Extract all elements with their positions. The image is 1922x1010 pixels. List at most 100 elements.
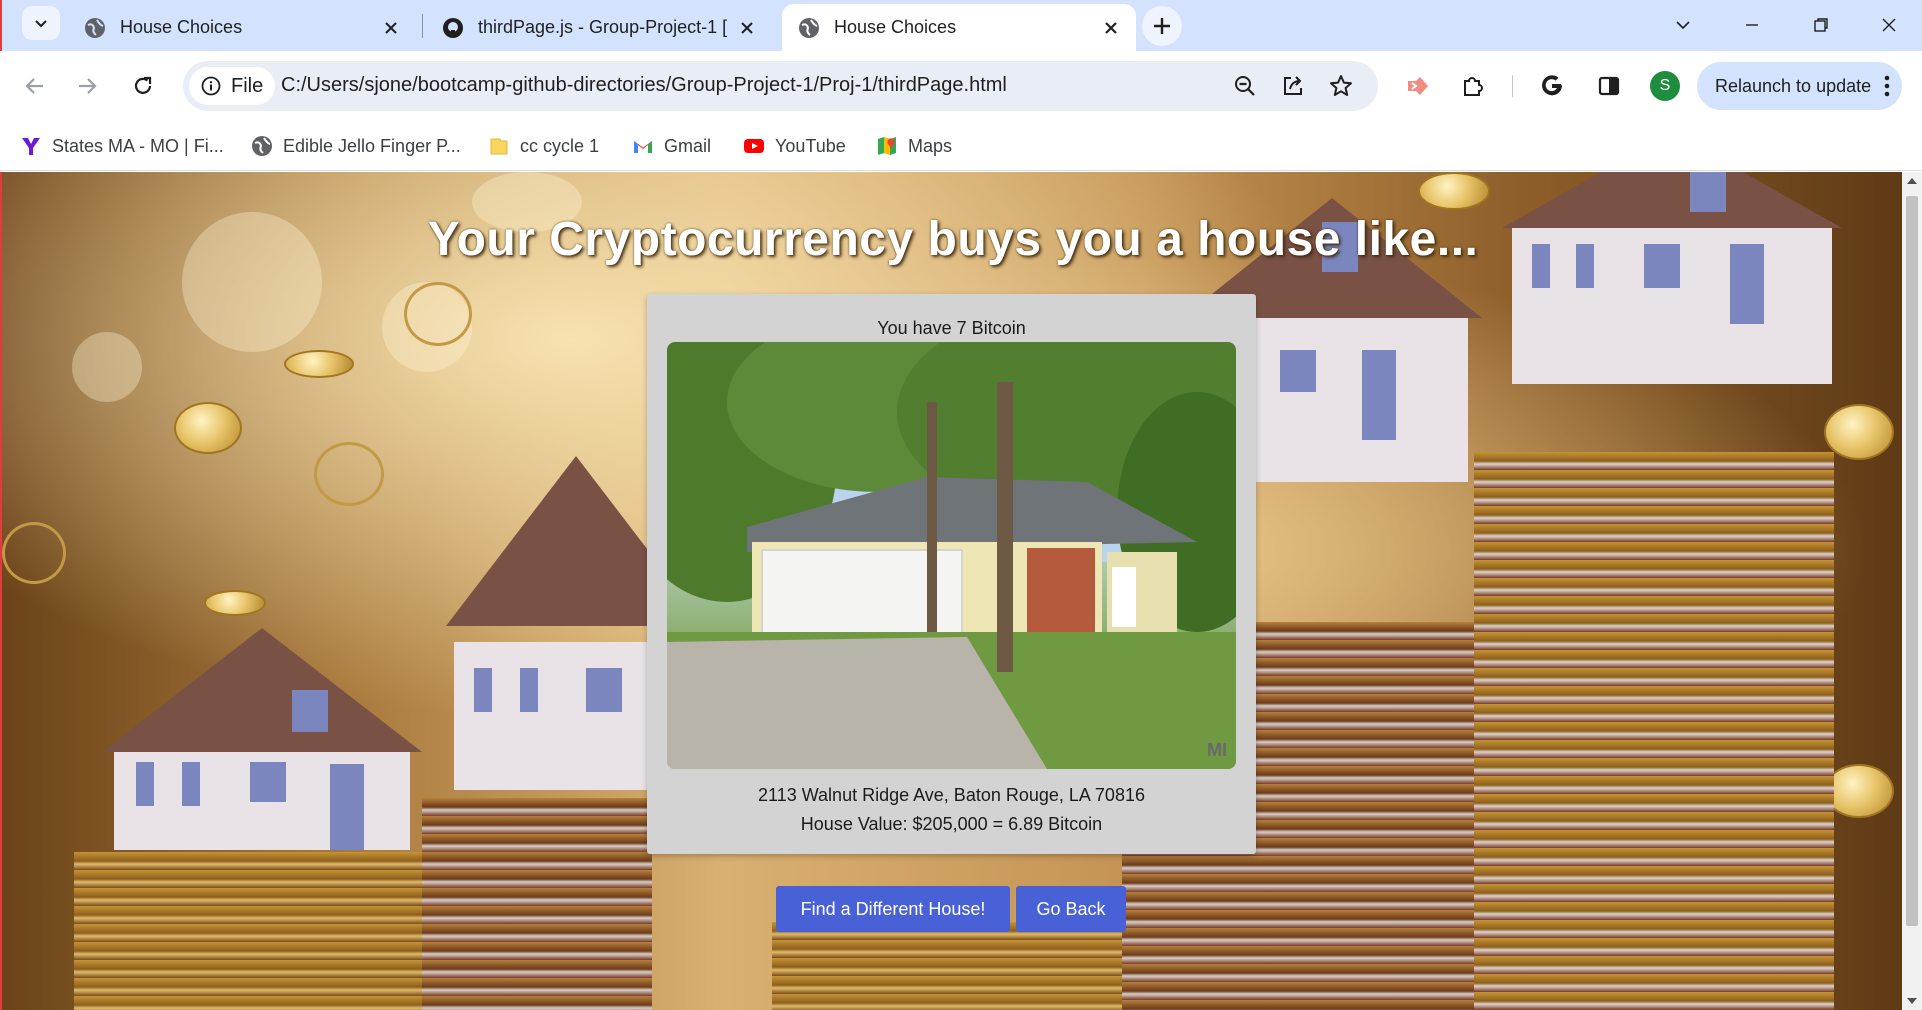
tab-house-choices-active[interactable]: House Choices [782, 4, 1136, 51]
scroll-down-arrow-icon[interactable] [1907, 998, 1917, 1004]
scroll-thumb[interactable] [1906, 196, 1918, 926]
bookmark-label: Gmail [664, 135, 712, 156]
yahoo-icon [22, 138, 40, 155]
find-different-house-button[interactable]: Find a Different House! [776, 886, 1010, 932]
maps-icon [878, 137, 896, 155]
google-g-icon [1542, 75, 1562, 96]
globe-icon [85, 17, 105, 38]
reload-icon [134, 76, 152, 94]
tab-thirdpage-js[interactable]: thirdPage.js - Group-Project-1 [G [426, 4, 772, 51]
bokeh-light [72, 332, 142, 402]
plus-icon [1154, 18, 1170, 34]
new-tab-button[interactable] [1142, 6, 1182, 46]
folder-icon [490, 138, 508, 155]
restore-button[interactable] [1806, 10, 1836, 40]
bookmark-label: Edible Jello Finger P... [283, 135, 461, 156]
bookmark-gmail[interactable]: Gmail [632, 131, 711, 161]
bookmark-label: States MA - MO | Fi... [52, 135, 224, 156]
bookmark-edible-jello[interactable]: Edible Jello Finger P... [251, 131, 461, 161]
coin-stack [1474, 452, 1834, 1010]
tab-list-button[interactable] [1668, 10, 1698, 40]
coin-stack [422, 798, 652, 1010]
toolbar-divider [1512, 75, 1513, 97]
globe-icon [252, 136, 272, 156]
bookmark-label: Maps [908, 135, 953, 156]
minimize-button[interactable] [1737, 10, 1767, 40]
close-icon[interactable] [1102, 19, 1120, 37]
coin-image [174, 402, 242, 454]
extensions-menu-button[interactable] [1457, 70, 1489, 102]
forward-button[interactable] [69, 68, 105, 104]
arrow-right-icon [79, 78, 97, 94]
bookmark-youtube[interactable]: YouTube [743, 131, 846, 161]
zoom-button[interactable] [1231, 72, 1259, 100]
coin-image [314, 442, 384, 506]
share-icon [1284, 76, 1302, 95]
site-info-chip[interactable]: File [189, 67, 276, 105]
page-headline: Your Cryptocurrency buys you a house lik… [427, 213, 1479, 266]
tab-house-choices-1[interactable]: House Choices [68, 4, 416, 51]
github-icon [443, 17, 463, 38]
tab-title: thirdPage.js - Group-Project-1 [G [478, 17, 728, 37]
coin-image [284, 350, 354, 378]
close-icon [1882, 18, 1896, 32]
photo-watermark: MI [1207, 740, 1227, 760]
globe-icon [799, 17, 819, 38]
coin-image [1824, 764, 1894, 818]
bitcoin-owned-text: You have 7 Bitcoin [877, 318, 1026, 338]
coin-image [1824, 404, 1894, 460]
tab-title: House Choices [120, 17, 243, 37]
house-value: House Value: $205,000 = 6.89 Bitcoin [800, 814, 1103, 834]
house-card: You have 7 Bitcoin MI 2113 Walnut Ridge … [647, 294, 1256, 854]
youtube-icon [744, 139, 764, 153]
extension-arrow-icon [1408, 77, 1428, 95]
url-text[interactable]: C:/Users/sjone/bootcamp-github-directori… [281, 74, 1007, 97]
scroll-up-arrow-icon[interactable] [1907, 178, 1917, 184]
tab-separator [422, 14, 423, 38]
page-scrollbar[interactable] [1902, 172, 1922, 1010]
house-address: 2113 Walnut Ridge Ave, Baton Rouge, LA 7… [758, 785, 1145, 805]
site-label: File [231, 74, 264, 97]
tab-title: House Choices [834, 17, 957, 37]
relaunch-label: Relaunch to update [1715, 75, 1872, 96]
bookmark-label: cc cycle 1 [520, 135, 600, 156]
address-bar[interactable]: File C:/Users/sjone/bootcamp-github-dire… [183, 61, 1378, 111]
house-photo: MI [667, 342, 1236, 769]
page-viewport: Your Cryptocurrency buys you a house lik… [0, 172, 1902, 1010]
info-icon [201, 76, 221, 96]
bookmark-states-ma-mo[interactable]: States MA - MO | Fi... [20, 131, 224, 161]
more-vert-icon[interactable] [1884, 74, 1890, 98]
share-button[interactable] [1279, 72, 1307, 100]
coin-image [204, 590, 266, 616]
bookmark-cc-cycle-1[interactable]: cc cycle 1 [488, 131, 599, 161]
tab-search-button[interactable] [22, 6, 60, 40]
relaunch-button[interactable]: Relaunch to update [1697, 62, 1902, 110]
minimize-icon [1746, 24, 1758, 26]
bookmark-maps[interactable]: Maps [876, 131, 952, 161]
arrow-left-icon [25, 78, 43, 94]
coin-stack [74, 852, 424, 1010]
browser-toolbar: File C:/Users/sjone/bootcamp-github-dire… [0, 51, 1922, 121]
close-icon[interactable] [738, 19, 756, 37]
side-panel-button[interactable] [1593, 70, 1625, 102]
puzzle-icon [1464, 77, 1483, 96]
tab-strip: House Choices thirdPage.js - Group-Proje… [0, 0, 1922, 51]
chevron-down-icon [1676, 21, 1690, 30]
extension-button[interactable] [1401, 70, 1433, 102]
bookmarks-bar: States MA - MO | Fi... Edible Jello Fing… [0, 121, 1922, 171]
gmail-icon [634, 140, 652, 153]
bookmark-star-button[interactable] [1327, 72, 1355, 100]
coin-stack [772, 922, 1122, 1010]
bookmark-label: YouTube [775, 135, 846, 156]
close-icon[interactable] [382, 19, 400, 37]
star-icon [1330, 75, 1352, 96]
chevron-down-icon [35, 20, 47, 28]
profile-avatar[interactable]: S [1650, 71, 1680, 101]
close-window-button[interactable] [1874, 10, 1904, 40]
back-button[interactable] [17, 68, 53, 104]
go-back-button[interactable]: Go Back [1016, 886, 1126, 932]
google-button[interactable] [1536, 70, 1568, 102]
coin-image [2, 522, 66, 584]
side-panel-icon [1598, 76, 1620, 96]
reload-button[interactable] [125, 68, 161, 104]
